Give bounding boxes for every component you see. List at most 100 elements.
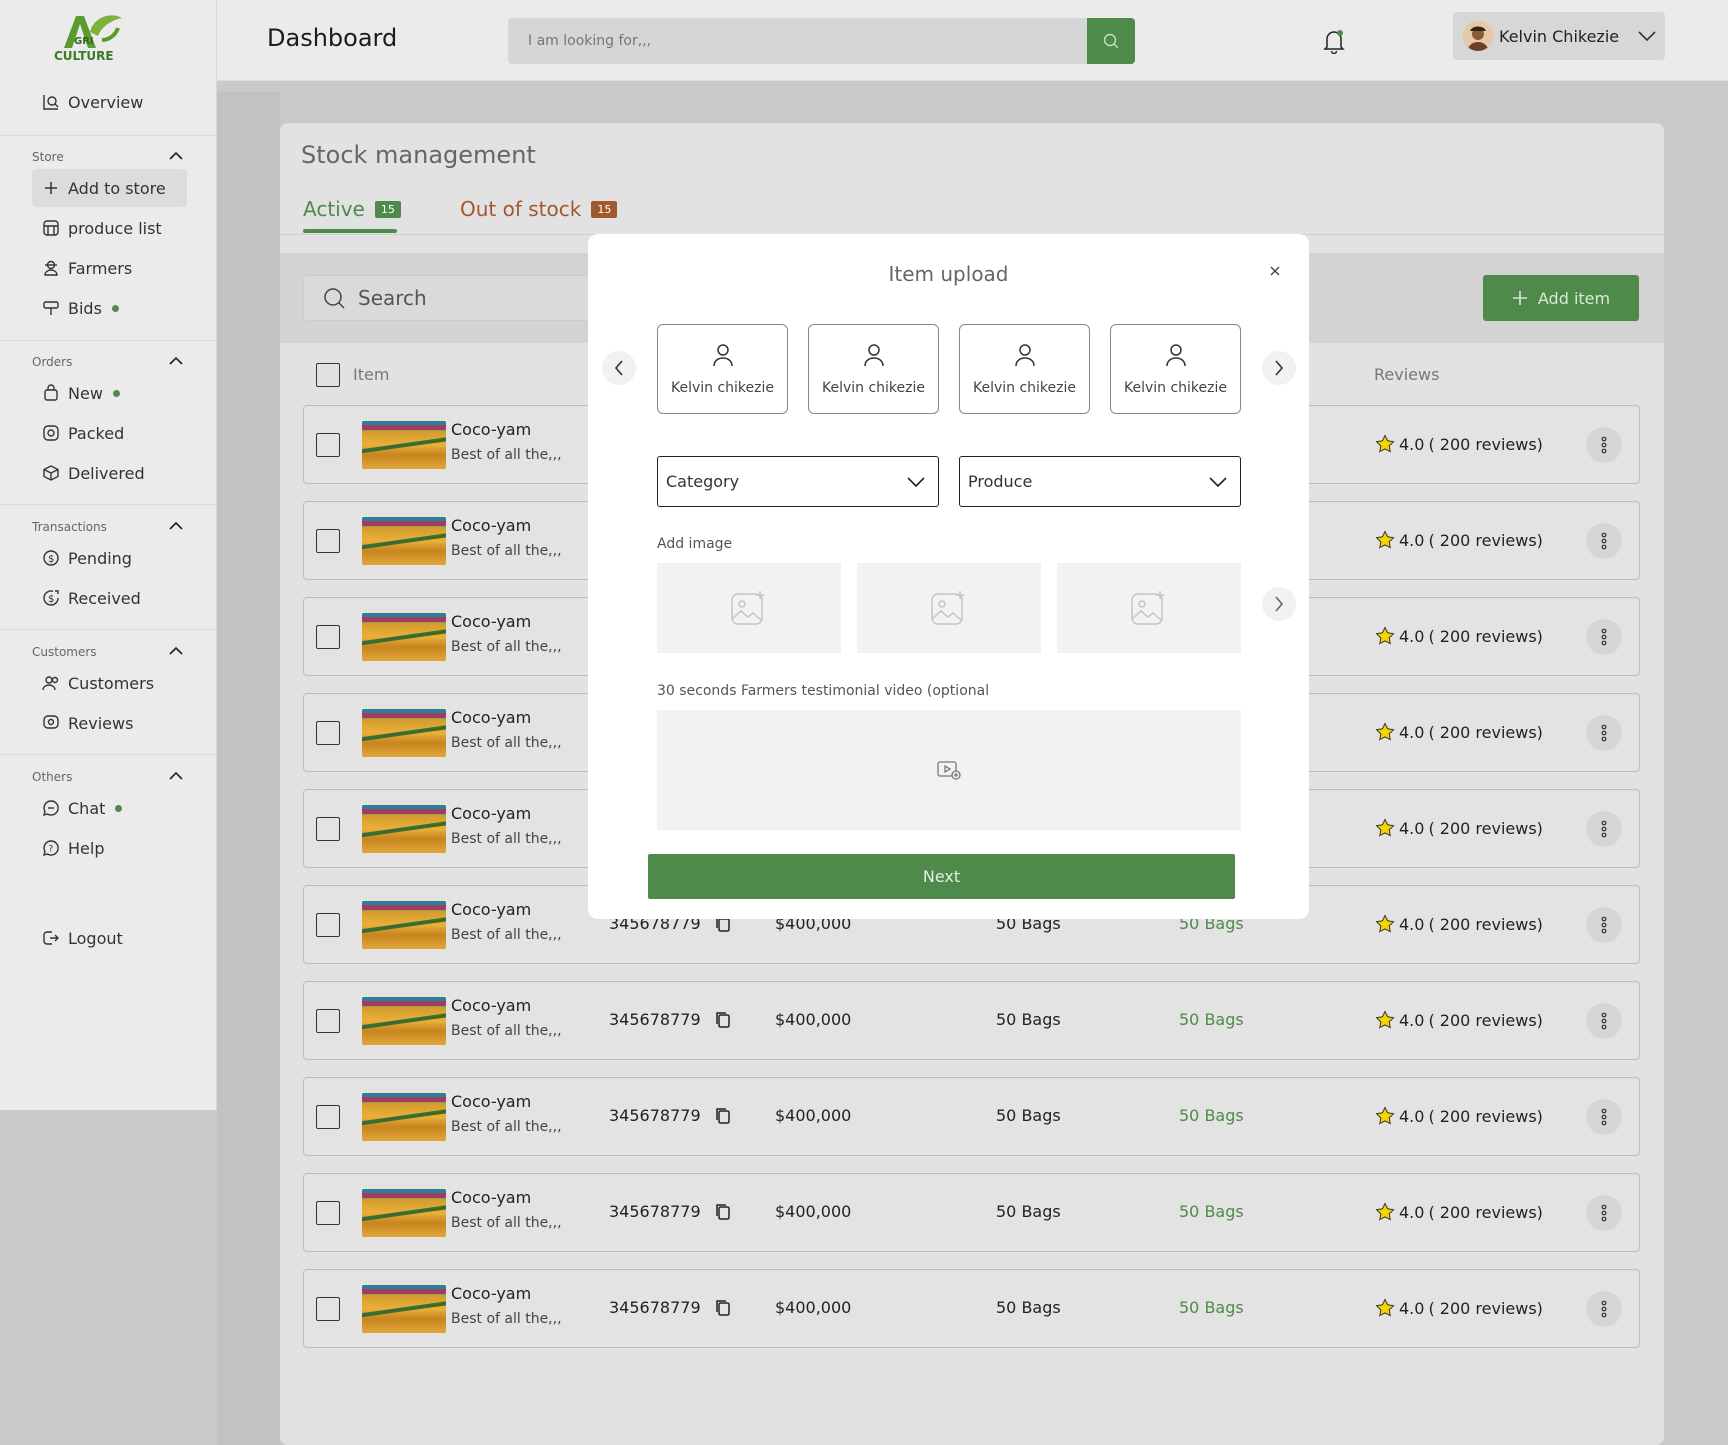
nav-logout[interactable]: Logout — [32, 919, 123, 957]
farmers-next-button[interactable] — [1262, 351, 1296, 385]
user-menu[interactable]: Kelvin Chikezie — [1453, 12, 1665, 60]
farmer-name: Kelvin chikezie — [1123, 380, 1228, 396]
row-menu-button[interactable] — [1586, 523, 1622, 559]
row-checkbox[interactable] — [316, 1297, 340, 1321]
chevron-up-icon[interactable] — [168, 520, 184, 532]
next-button[interactable]: Next — [648, 854, 1235, 899]
notification-bell[interactable] — [1322, 28, 1346, 55]
copy-icon[interactable] — [715, 1203, 731, 1221]
row-menu-button[interactable] — [1586, 1003, 1622, 1039]
panel-title: Stock management — [301, 141, 536, 169]
select-all-checkbox[interactable] — [316, 363, 340, 387]
tab-active-count: 15 — [374, 200, 401, 218]
add-image-icon — [731, 591, 764, 625]
nav-help-label: Help — [68, 838, 105, 858]
product-image — [362, 613, 446, 661]
farmer-card[interactable]: Kelvin chikezie — [808, 324, 939, 414]
tab-active-label: Active — [303, 197, 365, 221]
package-icon — [42, 424, 60, 442]
row-menu-button[interactable] — [1586, 1291, 1622, 1327]
product-description: Best of all the,,, — [451, 639, 562, 655]
nav-pending[interactable]: $ Pending — [32, 539, 132, 577]
row-menu-button[interactable] — [1586, 427, 1622, 463]
chevron-down-icon — [907, 476, 925, 487]
nav-bids-label: Bids — [68, 298, 102, 318]
row-menu-button[interactable] — [1586, 715, 1622, 751]
bid-icon — [42, 299, 60, 317]
table-row[interactable]: Coco-yam Best of all the,,, 345678779 $4… — [303, 1173, 1640, 1252]
table-row[interactable]: Coco-yam Best of all the,,, 345678779 $4… — [303, 981, 1640, 1060]
image-upload-slot[interactable] — [857, 563, 1041, 653]
chevron-up-icon[interactable] — [168, 645, 184, 657]
nav-add-to-store[interactable]: Add to store — [32, 169, 187, 207]
nav-overview[interactable]: Overview — [32, 83, 143, 121]
chevron-up-icon[interactable] — [168, 355, 184, 367]
row-menu-button[interactable] — [1586, 619, 1622, 655]
row-checkbox[interactable] — [316, 529, 340, 553]
farmers-prev-button[interactable] — [602, 351, 636, 385]
tab-out-of-stock[interactable]: Out of stock 15 — [460, 197, 618, 221]
row-checkbox[interactable] — [316, 625, 340, 649]
farmer-card[interactable]: Kelvin chikezie — [959, 324, 1090, 414]
copy-icon[interactable] — [715, 1011, 731, 1029]
nav-received-label: Received — [68, 588, 141, 608]
farmer-name: Kelvin chikezie — [972, 380, 1077, 396]
produce-select-label: Produce — [968, 472, 1033, 491]
review-count: ( 200 reviews) — [1428, 914, 1543, 934]
more-vertical-icon — [1601, 820, 1607, 838]
nav-packed[interactable]: Packed — [32, 414, 124, 452]
nav-chat[interactable]: Chat — [32, 789, 123, 827]
video-upload-slot[interactable] — [657, 710, 1241, 830]
category-select[interactable]: Category — [657, 456, 939, 507]
row-menu-button[interactable] — [1586, 811, 1622, 847]
search-button[interactable] — [1087, 18, 1135, 64]
product-id-value: 345678779 — [609, 1010, 701, 1029]
row-checkbox[interactable] — [316, 1201, 340, 1225]
product-name: Coco-yam — [451, 1092, 532, 1111]
farmer-card[interactable]: Kelvin chikezie — [657, 324, 788, 414]
table-row[interactable]: Coco-yam Best of all the,,, 345678779 $4… — [303, 1269, 1640, 1348]
bell-icon — [1323, 30, 1345, 55]
row-menu-button[interactable] — [1586, 1195, 1622, 1231]
more-vertical-icon — [1601, 1108, 1607, 1126]
nav-bids[interactable]: Bids — [32, 289, 119, 327]
nav-produce-list[interactable]: produce list — [32, 209, 162, 247]
row-checkbox[interactable] — [316, 1009, 340, 1033]
nav-delivered[interactable]: Delivered — [32, 454, 145, 492]
image-upload-slot[interactable] — [657, 563, 841, 653]
rating-value: 4.0 — [1399, 1106, 1425, 1126]
nav-reviews[interactable]: Reviews — [32, 704, 133, 742]
row-checkbox[interactable] — [316, 817, 340, 841]
global-search-input[interactable] — [508, 18, 1068, 64]
row-checkbox[interactable] — [316, 433, 340, 457]
copy-icon[interactable] — [715, 1107, 731, 1125]
product-description: Best of all the,,, — [451, 447, 562, 463]
add-item-button[interactable]: Add item — [1483, 275, 1639, 321]
tab-active[interactable]: Active 15 — [303, 197, 401, 221]
row-checkbox[interactable] — [316, 721, 340, 745]
images-next-button[interactable] — [1262, 587, 1296, 621]
rating-value: 4.0 — [1399, 530, 1425, 550]
table-row[interactable]: Coco-yam Best of all the,,, 345678779 $4… — [303, 1077, 1640, 1156]
chevron-up-icon[interactable] — [168, 770, 184, 782]
review-count: ( 200 reviews) — [1428, 1298, 1543, 1318]
nav-received[interactable]: $ Received — [32, 579, 141, 617]
farmer-card[interactable]: Kelvin chikezie — [1110, 324, 1241, 414]
row-checkbox[interactable] — [316, 913, 340, 937]
row-menu-button[interactable] — [1586, 1099, 1622, 1135]
rating-value: 4.0 — [1399, 1202, 1425, 1222]
product-image — [362, 805, 446, 853]
row-menu-button[interactable] — [1586, 907, 1622, 943]
copy-icon[interactable] — [715, 1299, 731, 1317]
produce-select[interactable]: Produce — [959, 456, 1241, 507]
nav-farmers[interactable]: Farmers — [32, 249, 132, 287]
chevron-up-icon[interactable] — [168, 150, 184, 162]
app-logo[interactable]: GRI CULTURE — [50, 10, 130, 64]
divider — [0, 340, 217, 341]
nav-new[interactable]: New — [32, 374, 120, 412]
nav-customers[interactable]: Customers — [32, 664, 154, 702]
row-checkbox[interactable] — [316, 1105, 340, 1129]
image-upload-slot[interactable] — [1057, 563, 1241, 653]
nav-help[interactable]: ? Help — [32, 829, 104, 867]
close-icon[interactable] — [1268, 264, 1282, 278]
